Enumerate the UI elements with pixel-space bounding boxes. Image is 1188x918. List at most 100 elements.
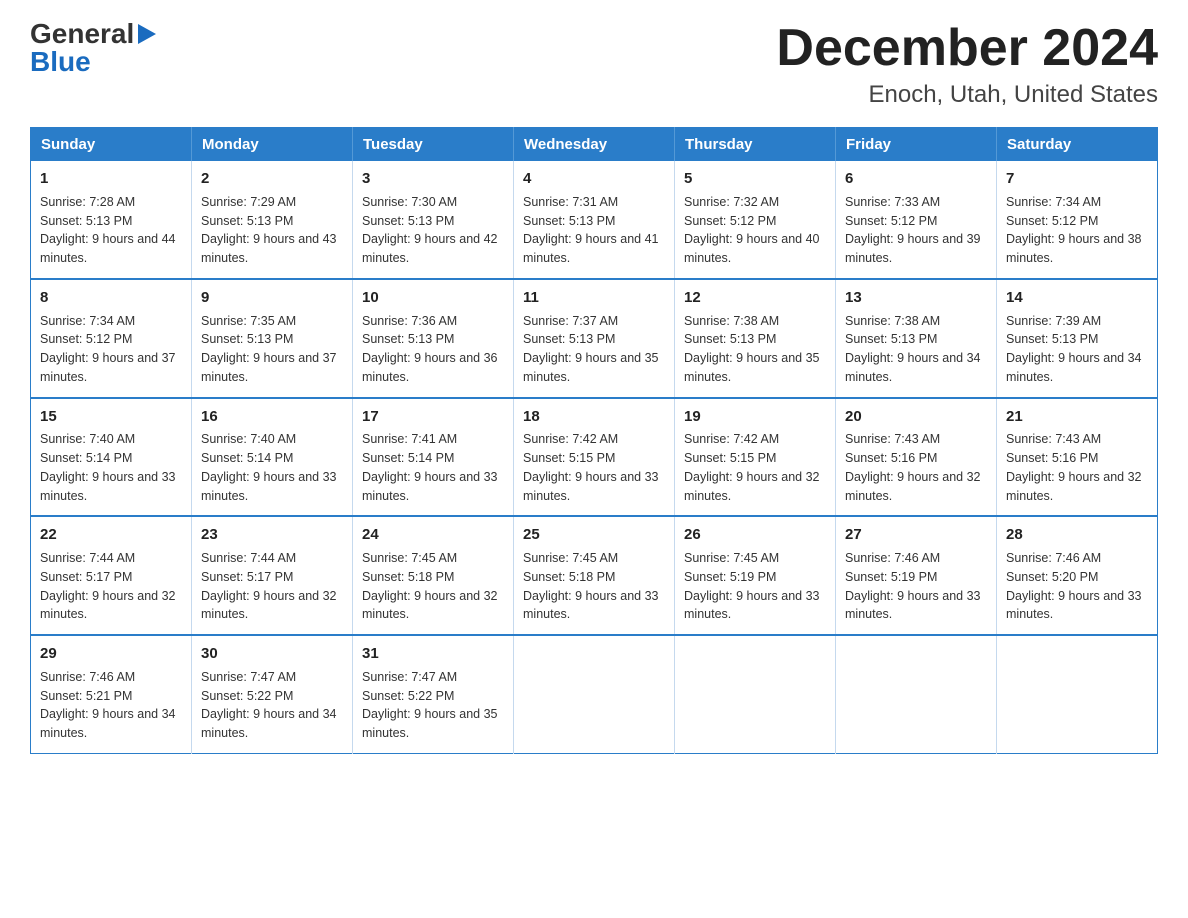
calendar-day-cell: 22 Sunrise: 7:44 AMSunset: 5:17 PMDayligh… [31, 516, 192, 635]
calendar-day-cell: 28 Sunrise: 7:46 AMSunset: 5:20 PMDayligh… [997, 516, 1158, 635]
calendar-title-section: December 2024 Enoch, Utah, United States [776, 20, 1158, 109]
day-info: Sunrise: 7:38 AMSunset: 5:13 PMDaylight:… [845, 312, 987, 387]
calendar-day-cell: 19Sunrise: 7:42 AMSunset: 5:15 PMDayligh… [675, 398, 836, 517]
col-sunday: Sunday [31, 128, 192, 162]
calendar-title: December 2024 [776, 20, 1158, 77]
day-number: 10 [362, 287, 504, 309]
day-number: 16 [201, 406, 343, 428]
day-number: 8 [40, 287, 182, 309]
day-info: Sunrise: 7:39 AMSunset: 5:13 PMDaylight:… [1006, 312, 1148, 387]
calendar-day-cell: 18Sunrise: 7:42 AMSunset: 5:15 PMDayligh… [514, 398, 675, 517]
calendar-day-cell: 6 Sunrise: 7:33 AMSunset: 5:12 PMDaylight… [836, 161, 997, 279]
day-info: Sunrise: 7:29 AMSunset: 5:13 PMDaylight:… [201, 193, 343, 268]
day-number: 24 [362, 524, 504, 546]
day-info: Sunrise: 7:42 AMSunset: 5:15 PMDaylight:… [684, 430, 826, 505]
calendar-day-cell: 10 Sunrise: 7:36 AMSunset: 5:13 PMDayligh… [353, 279, 514, 398]
day-info: Sunrise: 7:42 AMSunset: 5:15 PMDaylight:… [523, 430, 665, 505]
day-info: Sunrise: 7:33 AMSunset: 5:12 PMDaylight:… [845, 193, 987, 268]
day-info: Sunrise: 7:36 AMSunset: 5:13 PMDaylight:… [362, 312, 504, 387]
calendar-day-cell: 13Sunrise: 7:38 AMSunset: 5:13 PMDayligh… [836, 279, 997, 398]
day-info: Sunrise: 7:43 AMSunset: 5:16 PMDaylight:… [1006, 430, 1148, 505]
day-number: 21 [1006, 406, 1148, 428]
day-number: 22 [40, 524, 182, 546]
col-wednesday: Wednesday [514, 128, 675, 162]
calendar-day-cell: 15Sunrise: 7:40 AMSunset: 5:14 PMDayligh… [31, 398, 192, 517]
day-number: 15 [40, 406, 182, 428]
calendar-day-cell: 29 Sunrise: 7:46 AMSunset: 5:21 PMDayligh… [31, 635, 192, 753]
day-info: Sunrise: 7:46 AMSunset: 5:19 PMDaylight:… [845, 549, 987, 624]
day-info: Sunrise: 7:38 AMSunset: 5:13 PMDaylight:… [684, 312, 826, 387]
day-number: 29 [40, 643, 182, 665]
calendar-day-cell: 30Sunrise: 7:47 AMSunset: 5:22 PMDayligh… [192, 635, 353, 753]
day-info: Sunrise: 7:31 AMSunset: 5:13 PMDaylight:… [523, 193, 665, 268]
day-info: Sunrise: 7:46 AMSunset: 5:21 PMDaylight:… [40, 668, 182, 743]
day-number: 11 [523, 287, 665, 309]
day-number: 26 [684, 524, 826, 546]
col-thursday: Thursday [675, 128, 836, 162]
calendar-day-cell: 20Sunrise: 7:43 AMSunset: 5:16 PMDayligh… [836, 398, 997, 517]
calendar-day-cell: 14Sunrise: 7:39 AMSunset: 5:13 PMDayligh… [997, 279, 1158, 398]
day-info: Sunrise: 7:47 AMSunset: 5:22 PMDaylight:… [362, 668, 504, 743]
calendar-table: Sunday Monday Tuesday Wednesday Thursday… [30, 127, 1158, 754]
calendar-day-cell: 9 Sunrise: 7:35 AMSunset: 5:13 PMDaylight… [192, 279, 353, 398]
day-info: Sunrise: 7:45 AMSunset: 5:18 PMDaylight:… [523, 549, 665, 624]
day-number: 3 [362, 168, 504, 190]
col-saturday: Saturday [997, 128, 1158, 162]
day-number: 12 [684, 287, 826, 309]
col-tuesday: Tuesday [353, 128, 514, 162]
day-number: 25 [523, 524, 665, 546]
logo-general-text: General [30, 20, 134, 48]
calendar-week-row: 15Sunrise: 7:40 AMSunset: 5:14 PMDayligh… [31, 398, 1158, 517]
day-number: 30 [201, 643, 343, 665]
day-number: 17 [362, 406, 504, 428]
calendar-week-row: 1 Sunrise: 7:28 AMSunset: 5:13 PMDaylight… [31, 161, 1158, 279]
calendar-day-cell: 31Sunrise: 7:47 AMSunset: 5:22 PMDayligh… [353, 635, 514, 753]
day-info: Sunrise: 7:35 AMSunset: 5:13 PMDaylight:… [201, 312, 343, 387]
day-number: 2 [201, 168, 343, 190]
day-number: 19 [684, 406, 826, 428]
col-friday: Friday [836, 128, 997, 162]
day-info: Sunrise: 7:44 AMSunset: 5:17 PMDaylight:… [201, 549, 343, 624]
calendar-header-row: Sunday Monday Tuesday Wednesday Thursday… [31, 128, 1158, 162]
day-number: 23 [201, 524, 343, 546]
day-info: Sunrise: 7:43 AMSunset: 5:16 PMDaylight:… [845, 430, 987, 505]
day-info: Sunrise: 7:30 AMSunset: 5:13 PMDaylight:… [362, 193, 504, 268]
calendar-day-cell [836, 635, 997, 753]
calendar-day-cell: 7 Sunrise: 7:34 AMSunset: 5:12 PMDaylight… [997, 161, 1158, 279]
day-info: Sunrise: 7:40 AMSunset: 5:14 PMDaylight:… [40, 430, 182, 505]
page-header: General Blue December 2024 Enoch, Utah, … [30, 20, 1158, 109]
calendar-day-cell: 1 Sunrise: 7:28 AMSunset: 5:13 PMDaylight… [31, 161, 192, 279]
day-info: Sunrise: 7:46 AMSunset: 5:20 PMDaylight:… [1006, 549, 1148, 624]
day-info: Sunrise: 7:45 AMSunset: 5:18 PMDaylight:… [362, 549, 504, 624]
calendar-day-cell: 5Sunrise: 7:32 AMSunset: 5:12 PMDaylight… [675, 161, 836, 279]
calendar-day-cell [675, 635, 836, 753]
calendar-day-cell: 2 Sunrise: 7:29 AMSunset: 5:13 PMDaylight… [192, 161, 353, 279]
calendar-day-cell: 21Sunrise: 7:43 AMSunset: 5:16 PMDayligh… [997, 398, 1158, 517]
calendar-day-cell: 17Sunrise: 7:41 AMSunset: 5:14 PMDayligh… [353, 398, 514, 517]
day-number: 7 [1006, 168, 1148, 190]
calendar-day-cell: 8Sunrise: 7:34 AMSunset: 5:12 PMDaylight… [31, 279, 192, 398]
logo: General Blue [30, 20, 156, 76]
calendar-week-row: 8Sunrise: 7:34 AMSunset: 5:12 PMDaylight… [31, 279, 1158, 398]
day-number: 9 [201, 287, 343, 309]
day-number: 4 [523, 168, 665, 190]
day-info: Sunrise: 7:41 AMSunset: 5:14 PMDaylight:… [362, 430, 504, 505]
day-number: 1 [40, 168, 182, 190]
day-info: Sunrise: 7:28 AMSunset: 5:13 PMDaylight:… [40, 193, 182, 268]
logo-blue-text: Blue [30, 46, 91, 77]
day-info: Sunrise: 7:40 AMSunset: 5:14 PMDaylight:… [201, 430, 343, 505]
day-info: Sunrise: 7:44 AMSunset: 5:17 PMDaylight:… [40, 549, 182, 624]
day-number: 5 [684, 168, 826, 190]
day-info: Sunrise: 7:34 AMSunset: 5:12 PMDaylight:… [1006, 193, 1148, 268]
calendar-day-cell: 23 Sunrise: 7:44 AMSunset: 5:17 PMDayligh… [192, 516, 353, 635]
day-number: 28 [1006, 524, 1148, 546]
day-info: Sunrise: 7:37 AMSunset: 5:13 PMDaylight:… [523, 312, 665, 387]
day-number: 20 [845, 406, 987, 428]
day-number: 6 [845, 168, 987, 190]
calendar-day-cell: 25 Sunrise: 7:45 AMSunset: 5:18 PMDayligh… [514, 516, 675, 635]
calendar-day-cell: 11 Sunrise: 7:37 AMSunset: 5:13 PMDayligh… [514, 279, 675, 398]
calendar-day-cell: 16Sunrise: 7:40 AMSunset: 5:14 PMDayligh… [192, 398, 353, 517]
calendar-day-cell: 4 Sunrise: 7:31 AMSunset: 5:13 PMDaylight… [514, 161, 675, 279]
day-number: 18 [523, 406, 665, 428]
calendar-day-cell: 26Sunrise: 7:45 AMSunset: 5:19 PMDayligh… [675, 516, 836, 635]
